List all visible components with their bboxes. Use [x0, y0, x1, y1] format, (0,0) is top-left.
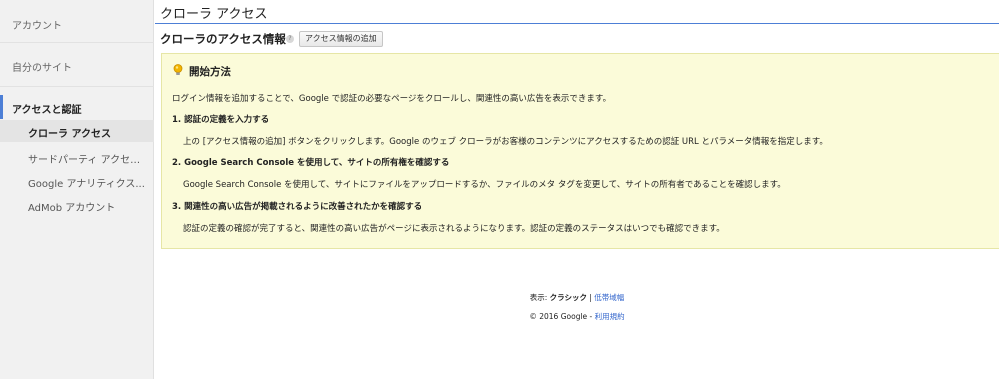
step-heading: 1. 認証の定義を入力する — [172, 115, 270, 125]
footer-separator: | — [589, 293, 592, 302]
footer-copyright: © 2016 Google - — [529, 312, 593, 321]
sidebar-item-account[interactable]: アカウント — [12, 17, 62, 32]
getting-started-title: 開始方法 — [189, 66, 231, 78]
footer-classic-current: クラシック — [549, 293, 587, 302]
footer-low-bandwidth-link[interactable]: 低帯域幅 — [594, 293, 624, 302]
page-title: クローラ アクセス — [160, 7, 268, 22]
section-heading: クローラのアクセス情報 — [160, 32, 286, 46]
footer-display-options: 表示: クラシック | 低帯域幅 — [0, 292, 999, 303]
lightbulb-icon — [173, 64, 183, 75]
intro-text: ログイン情報を追加することで、Google で認証の必要なページをクロールし、関… — [172, 94, 612, 104]
step-body: Google Search Console を使用して、サイトにファイルをアップ… — [183, 180, 786, 190]
sidebar-item-my-site[interactable]: 自分のサイト — [12, 59, 72, 74]
add-access-info-button[interactable]: アクセス情報の追加 — [299, 31, 383, 47]
sidebar-divider — [0, 86, 154, 87]
step-heading: 2. Google Search Console を使用して、サイトの所有権を確… — [172, 158, 450, 168]
sidebar-item-google-analytics[interactable]: Google アナリティクス... — [28, 175, 146, 190]
sidebar-group-access-auth[interactable]: アクセスと認証 — [12, 101, 82, 116]
title-divider — [155, 23, 999, 24]
sidebar-active-indicator — [0, 95, 3, 119]
footer-display-label: 表示: — [529, 293, 548, 302]
footer-terms-link[interactable]: 利用規約 — [595, 312, 625, 321]
footer-copyright-line: © 2016 Google - 利用規約 — [0, 311, 999, 322]
sidebar-item-third-party-access[interactable]: サードパーティ アクセス... — [28, 151, 146, 166]
getting-started-box: 開始方法 ログイン情報を追加することで、Google で認証の必要なページをクロ… — [161, 53, 999, 249]
sidebar-divider — [0, 42, 154, 43]
sidebar-item-crawler-access[interactable]: クローラ アクセス — [28, 125, 146, 140]
sidebar: アカウント 自分のサイト アクセスと認証 クローラ アクセス サードパーティ ア… — [0, 0, 154, 379]
step-heading: 3. 関連性の高い広告が掲載されるように改善されたかを確認する — [172, 202, 423, 212]
sidebar-item-admob-account[interactable]: AdMob アカウント — [28, 199, 146, 214]
page: アカウント 自分のサイト アクセスと認証 クローラ アクセス サードパーティ ア… — [0, 0, 999, 379]
help-icon[interactable]: ? — [286, 35, 294, 43]
step-body: 上の [アクセス情報の追加] ボタンをクリックします。Google のウェブ ク… — [183, 137, 828, 147]
step-body: 認証の定義の確認が完了すると、関連性の高い広告がページに表示されるようになります… — [183, 224, 725, 234]
